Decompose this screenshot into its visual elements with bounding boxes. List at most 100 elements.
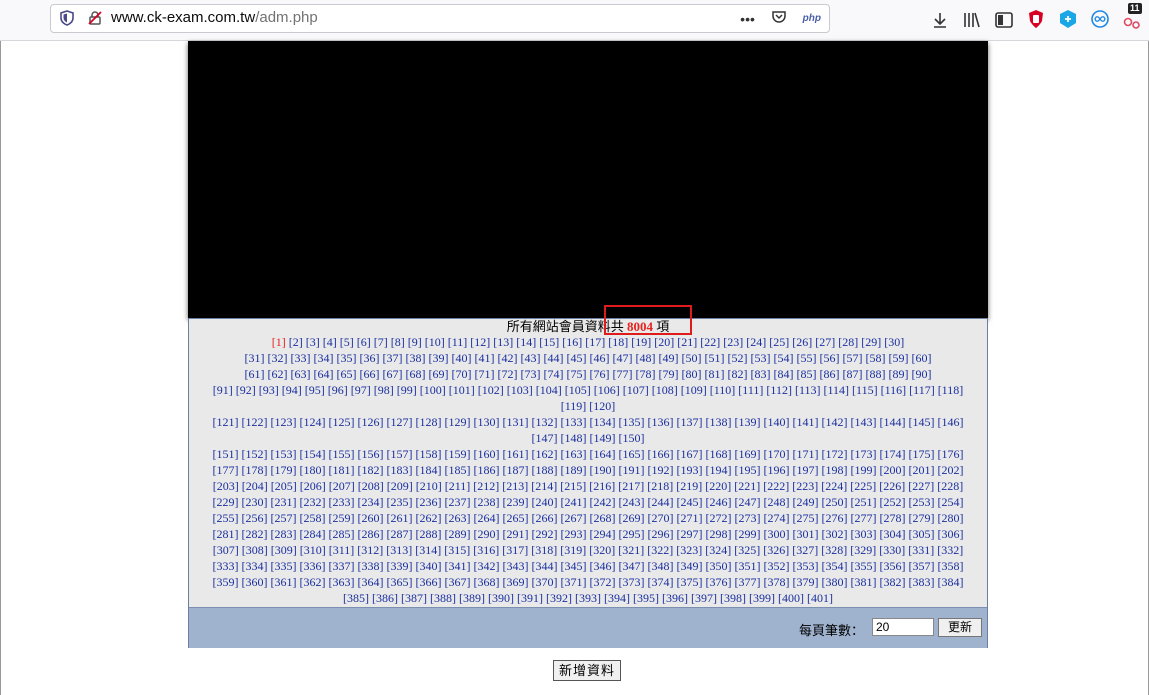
page-link[interactable]: [120] xyxy=(589,399,615,413)
page-link[interactable]: [19] xyxy=(631,335,651,349)
page-link[interactable]: [9] xyxy=(408,335,422,349)
page-link[interactable]: [192] xyxy=(648,463,674,477)
page-link[interactable]: [322] xyxy=(647,543,673,557)
page-link[interactable]: [164] xyxy=(590,447,616,461)
page-link[interactable]: [128] xyxy=(416,415,442,429)
page-link[interactable]: [100] xyxy=(420,383,446,397)
page-link[interactable]: [149] xyxy=(590,431,616,445)
page-link[interactable]: [320] xyxy=(589,543,615,557)
page-link[interactable]: [283] xyxy=(271,527,297,541)
page-link[interactable]: [32] xyxy=(268,351,288,365)
page-link[interactable]: [150] xyxy=(619,431,645,445)
ublock-icon[interactable] xyxy=(1026,9,1046,29)
page-link[interactable]: [129] xyxy=(445,415,471,429)
page-link[interactable]: [151] xyxy=(213,447,239,461)
page-link[interactable]: [332] xyxy=(937,543,963,557)
page-link[interactable]: [134] xyxy=(590,415,616,429)
page-link[interactable]: [357] xyxy=(909,559,935,573)
page-link[interactable]: [207] xyxy=(329,479,355,493)
library-icon[interactable] xyxy=(962,10,982,30)
page-link[interactable]: [186] xyxy=(474,463,500,477)
downloads-icon[interactable] xyxy=(930,10,950,30)
page-link[interactable]: [382] xyxy=(880,575,906,589)
page-link[interactable]: [368] xyxy=(474,575,500,589)
page-link[interactable]: [3] xyxy=(306,335,320,349)
page-link[interactable]: [350] xyxy=(706,559,732,573)
page-link[interactable]: [195] xyxy=(735,463,761,477)
page-link[interactable]: [359] xyxy=(213,575,239,589)
page-link[interactable]: [177] xyxy=(213,463,239,477)
page-link[interactable]: [263] xyxy=(445,511,471,525)
page-link[interactable]: [52] xyxy=(728,351,748,365)
page-link[interactable]: [118] xyxy=(938,383,964,397)
page-link[interactable]: [43] xyxy=(521,351,541,365)
page-link[interactable]: [250] xyxy=(822,495,848,509)
page-link[interactable]: [122] xyxy=(242,415,268,429)
page-link[interactable]: [302] xyxy=(822,527,848,541)
page-link[interactable]: [354] xyxy=(822,559,848,573)
page-link[interactable]: [24] xyxy=(746,335,766,349)
per-page-input[interactable] xyxy=(872,618,934,636)
page-link[interactable]: [184] xyxy=(416,463,442,477)
page-link[interactable]: [49] xyxy=(659,351,679,365)
page-link[interactable]: [142] xyxy=(822,415,848,429)
page-link[interactable]: [60] xyxy=(912,351,932,365)
page-link[interactable]: [94] xyxy=(282,383,302,397)
page-link[interactable]: [340] xyxy=(416,559,442,573)
page-link[interactable]: [213] xyxy=(502,479,528,493)
page-link[interactable]: [36] xyxy=(360,351,380,365)
page-link[interactable]: [89] xyxy=(889,367,909,381)
page-link[interactable]: [243] xyxy=(619,495,645,509)
page-link[interactable]: [343] xyxy=(503,559,529,573)
page-link[interactable]: [200] xyxy=(880,463,906,477)
page-link[interactable]: [366] xyxy=(416,575,442,589)
page-link[interactable]: [70] xyxy=(452,367,472,381)
page-link[interactable]: [386] xyxy=(372,591,398,605)
page-link[interactable]: [287] xyxy=(387,527,413,541)
page-link[interactable]: [299] xyxy=(735,527,761,541)
page-link[interactable]: [364] xyxy=(358,575,384,589)
page-link[interactable]: [234] xyxy=(358,495,384,509)
page-link[interactable]: [146] xyxy=(938,415,964,429)
page-link[interactable]: [229] xyxy=(213,495,239,509)
page-link[interactable]: [157] xyxy=(387,447,413,461)
page-link[interactable]: [268] xyxy=(590,511,616,525)
page-link[interactable]: [152] xyxy=(242,447,268,461)
page-link[interactable]: [114] xyxy=(824,383,850,397)
page-link[interactable]: [92] xyxy=(236,383,256,397)
page-link[interactable]: [397] xyxy=(691,591,717,605)
page-link[interactable]: [180] xyxy=(300,463,326,477)
page-link[interactable]: [315] xyxy=(444,543,470,557)
page-link[interactable]: [44] xyxy=(544,351,564,365)
page-link[interactable]: [316] xyxy=(473,543,499,557)
page-link[interactable]: [39] xyxy=(429,351,449,365)
page-link[interactable]: [214] xyxy=(531,479,557,493)
page-link[interactable]: [123] xyxy=(271,415,297,429)
page-link[interactable]: [48] xyxy=(636,351,656,365)
page-link[interactable]: [371] xyxy=(561,575,587,589)
page-link[interactable]: [11] xyxy=(448,335,468,349)
extension-blue-cube-icon[interactable] xyxy=(1058,9,1078,29)
page-link[interactable]: [358] xyxy=(938,559,964,573)
page-link[interactable]: [298] xyxy=(706,527,732,541)
page-link[interactable]: [336] xyxy=(300,559,326,573)
page-link[interactable]: [384] xyxy=(938,575,964,589)
page-link[interactable]: [373] xyxy=(619,575,645,589)
page-link[interactable]: [154] xyxy=(300,447,326,461)
page-link[interactable]: [95] xyxy=(305,383,325,397)
page-link[interactable]: [156] xyxy=(358,447,384,461)
page-link[interactable]: [206] xyxy=(300,479,326,493)
page-link[interactable]: [78] xyxy=(636,367,656,381)
page-link[interactable]: [88] xyxy=(866,367,886,381)
page-link[interactable]: [31] xyxy=(245,351,265,365)
page-link[interactable]: [205] xyxy=(271,479,297,493)
page-link[interactable]: [57] xyxy=(843,351,863,365)
page-link[interactable]: [306] xyxy=(938,527,964,541)
page-link[interactable]: [7] xyxy=(374,335,388,349)
page-link[interactable]: [274] xyxy=(764,511,790,525)
page-link[interactable]: [21] xyxy=(677,335,697,349)
page-link[interactable]: [273] xyxy=(735,511,761,525)
page-link[interactable]: [196] xyxy=(764,463,790,477)
page-link[interactable]: [86] xyxy=(820,367,840,381)
insecure-connection-icon[interactable] xyxy=(87,10,103,26)
